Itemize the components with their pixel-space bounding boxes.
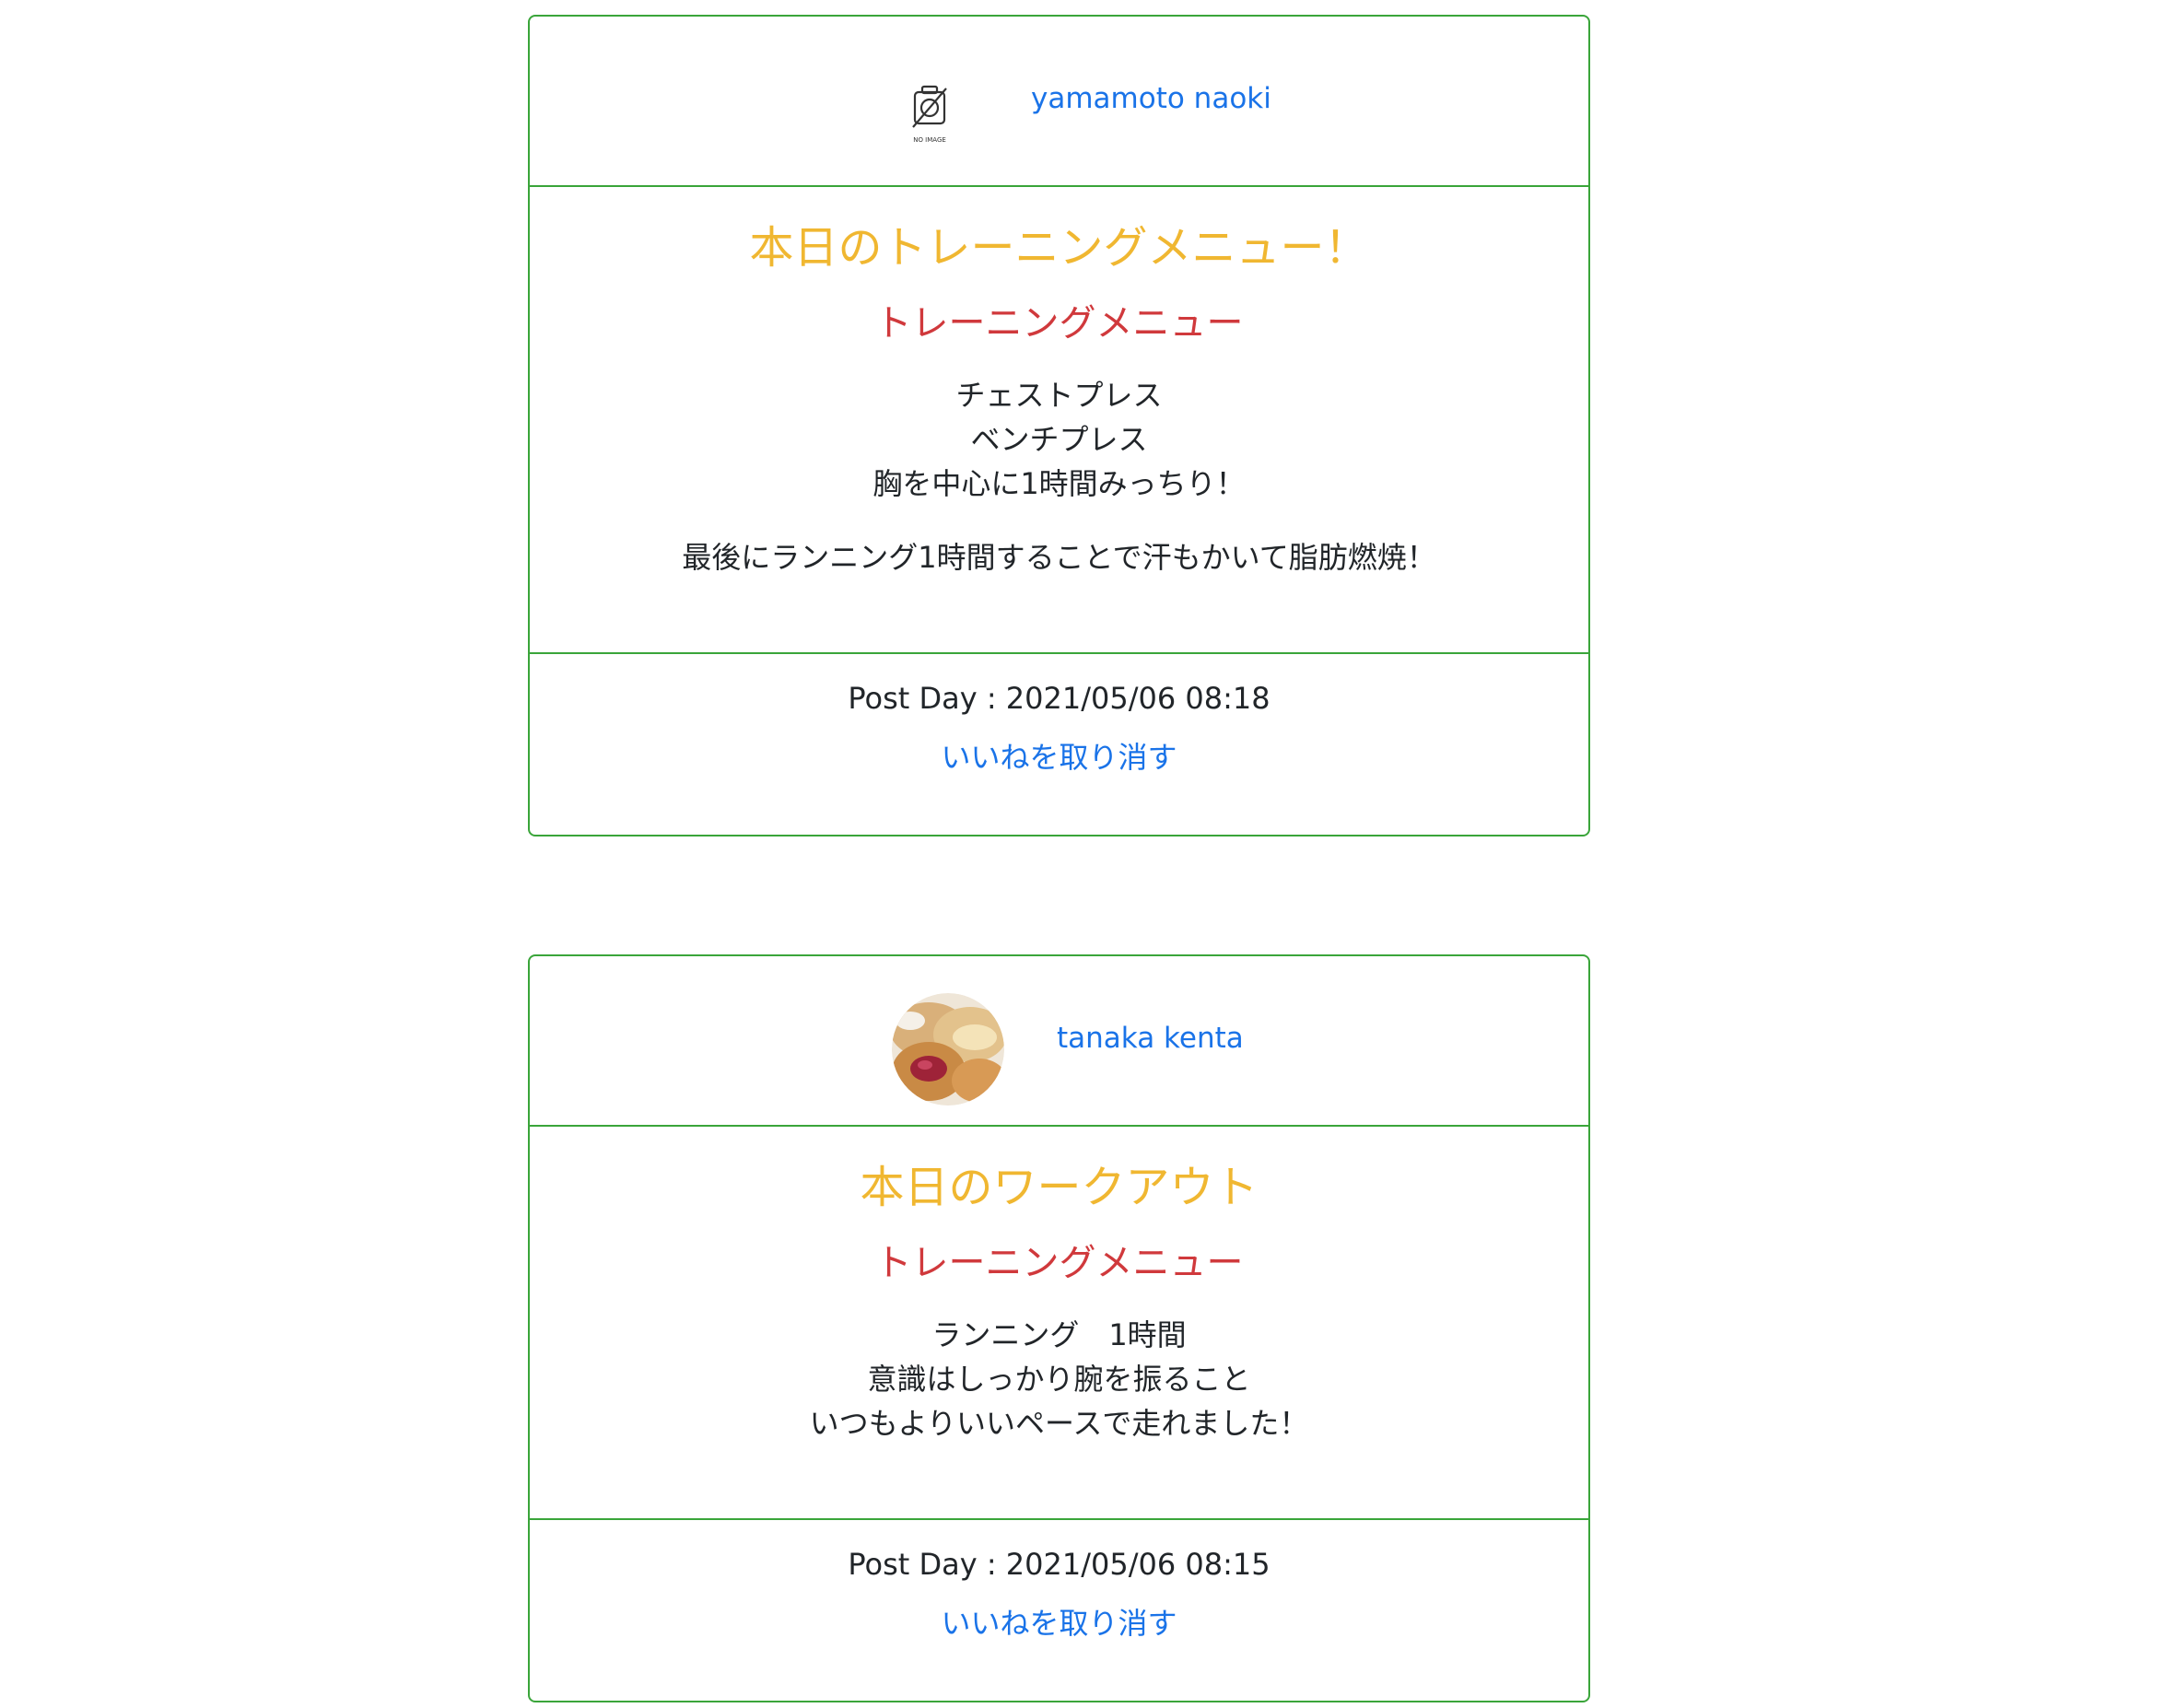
post-line: ベンチプレス xyxy=(970,422,1148,457)
post-content: ランニング 1時間 意識はしっかり腕を振ること いつもよりいいペースで走れました… xyxy=(530,1313,1588,1445)
post-footer: Post Day : 2021/05/06 08:15 いいねを取り消す xyxy=(530,1520,1588,1642)
post-header: tanaka kenta xyxy=(530,956,1588,1127)
post-line: 最後にランニング1時間することで汗もかいて脂肪燃焼！ xyxy=(682,540,1436,575)
post-subtitle: トレーニングメニュー xyxy=(874,1242,1244,1284)
post-header: NO IMAGE yamamoto naoki xyxy=(530,17,1588,187)
post-title: 本日のトレーニングメニュー！ xyxy=(749,222,1369,274)
post-card: NO IMAGE yamamoto naoki 本日のトレーニングメニュー！ ト… xyxy=(528,15,1590,836)
post-line: チェストプレス xyxy=(955,378,1163,413)
username-link[interactable]: tanaka kenta xyxy=(1057,1022,1244,1055)
unlike-button[interactable]: いいねを取り消す xyxy=(941,1605,1177,1642)
post-date: Post Day : 2021/05/06 08:15 xyxy=(848,1547,1270,1582)
post-date: Post Day : 2021/05/06 08:18 xyxy=(848,681,1270,716)
post-content: チェストプレス ベンチプレス 胸を中心に1時間みっちり！ xyxy=(530,373,1588,506)
post-body: 本日のワークアウト トレーニングメニュー ランニング 1時間 意識はしっかり腕を… xyxy=(530,1127,1588,1520)
post-footer: Post Day : 2021/05/06 08:18 いいねを取り消す xyxy=(530,654,1588,776)
post-line: いつもよりいいペースで走れました！ xyxy=(809,1406,1309,1441)
post-subtitle: トレーニングメニュー xyxy=(874,302,1244,345)
username-link[interactable]: yamamoto naoki xyxy=(1031,82,1271,115)
pastry-photo-avatar xyxy=(892,993,1004,1106)
no-image-icon: NO IMAGE xyxy=(912,85,947,144)
post-card: tanaka kenta 本日のワークアウト トレーニングメニュー ランニング … xyxy=(528,954,1590,1702)
post-line: ランニング 1時間 xyxy=(931,1317,1187,1352)
post-title: 本日のワークアウト xyxy=(860,1162,1259,1213)
post-body: 本日のトレーニングメニュー！ トレーニングメニュー チェストプレス ベンチプレス… xyxy=(530,187,1588,654)
post-line: 胸を中心に1時間みっちり！ xyxy=(872,466,1246,501)
no-image-caption: NO IMAGE xyxy=(913,136,946,144)
unlike-button[interactable]: いいねを取り消す xyxy=(941,739,1177,776)
post-line: 意識はしっかり腕を振ること xyxy=(867,1362,1251,1397)
